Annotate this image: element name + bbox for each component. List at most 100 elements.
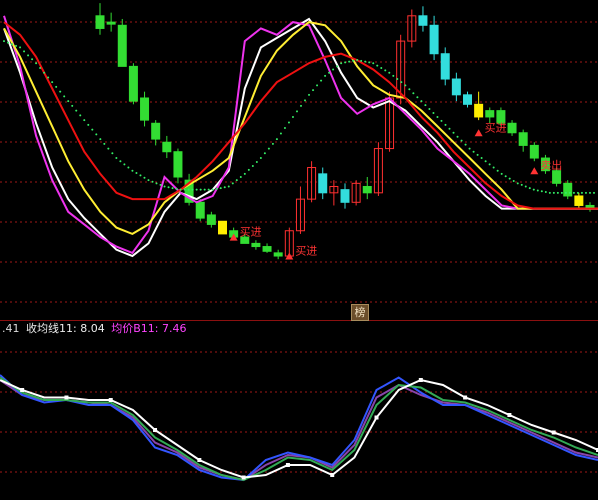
dotted-average-point: [320, 79, 323, 82]
dotted-average-point: [540, 190, 543, 193]
dotted-average-point: [79, 114, 82, 117]
dotted-average-point: [460, 139, 463, 142]
moving-average-line: [3, 21, 598, 210]
dotted-average-point: [480, 157, 483, 160]
dotted-average-point: [27, 54, 30, 57]
signal-arrow: [474, 129, 483, 137]
dotted-average-point: [135, 172, 138, 175]
dotted-average-point: [99, 138, 102, 141]
dotted-average-point: [91, 128, 94, 131]
candle-body: [117, 24, 127, 67]
dotted-average-point: [31, 58, 34, 61]
dotted-average-point: [520, 183, 523, 186]
dotted-average-point: [444, 123, 447, 126]
dotted-average-point: [332, 68, 335, 71]
indicator-marker: [507, 413, 512, 417]
dotted-average-point: [239, 176, 242, 179]
candle-body: [463, 94, 472, 105]
dotted-average-point: [336, 65, 339, 68]
candle-body: [140, 97, 150, 121]
dotted-average-point: [356, 59, 359, 62]
dotted-average-point: [195, 188, 198, 191]
candle-body: [106, 21, 116, 25]
dotted-average-point: [568, 191, 571, 194]
dotted-average-point: [372, 62, 375, 65]
candlesticks: [95, 3, 595, 260]
price-panel: 买进买进买进卖出: [3, 3, 598, 260]
dotted-average-point: [171, 187, 174, 190]
dotted-average-point: [223, 186, 226, 189]
indicator-marker: [551, 430, 556, 435]
candle-body: [162, 141, 172, 153]
dotted-average-point: [552, 191, 555, 194]
candle-body: [440, 53, 450, 80]
dotted-average-point: [155, 182, 158, 185]
dotted-average-point: [139, 174, 142, 177]
dotted-average-point: [500, 172, 503, 175]
dotted-average-point: [524, 185, 527, 188]
dotted-average-point: [300, 104, 302, 107]
dotted-average-point: [556, 191, 559, 194]
dotted-average-point: [308, 93, 311, 96]
dotted-average-point: [63, 95, 66, 98]
dotted-average-point: [103, 142, 106, 145]
chart-canvas: 买进买进买进卖出: [0, 3, 598, 482]
dotted-average-point: [111, 152, 114, 155]
dotted-average-point: [312, 89, 315, 92]
dotted-average-point: [263, 152, 266, 155]
signal-arrow: [530, 167, 539, 175]
panel-tag[interactable]: 榜: [351, 304, 369, 321]
dotted-average-point: [59, 90, 62, 93]
candle-body: [128, 65, 138, 102]
candle-body: [318, 173, 328, 194]
dotted-average-point: [51, 81, 54, 84]
dotted-average-point: [275, 138, 278, 141]
candle-body: [474, 103, 484, 118]
candle-body: [251, 242, 261, 248]
candle-body: [563, 182, 573, 197]
dotted-average-point: [484, 160, 487, 163]
dotted-average-point: [219, 187, 222, 190]
dotted-average-point: [440, 119, 443, 122]
dotted-average-point: [420, 100, 423, 103]
indicator-marker: [330, 473, 335, 477]
dotted-average-point: [251, 164, 254, 167]
dotted-average-point: [207, 188, 210, 191]
candle-body: [95, 15, 105, 29]
dotted-average-point: [167, 186, 170, 189]
signal-label: 买进: [485, 121, 507, 134]
dotted-average-point: [472, 150, 475, 153]
dotted-average-point: [344, 61, 347, 64]
dotted-average-point: [348, 60, 351, 63]
dotted-average-point: [19, 46, 22, 49]
dotted-average-point: [588, 191, 591, 194]
dotted-average-point: [131, 169, 134, 172]
dotted-average-point: [55, 85, 58, 88]
dotted-average-point: [368, 61, 371, 64]
dotted-average-point: [496, 169, 499, 172]
dotted-average-point: [23, 50, 26, 53]
dotted-average-point: [352, 59, 355, 62]
moving-average-lines: [3, 15, 598, 258]
legend-prefix: .41: [2, 322, 20, 335]
dotted-average-point: [328, 71, 331, 74]
dotted-average-point: [396, 78, 399, 81]
indicator-line: [0, 378, 598, 479]
candle-body: [218, 220, 227, 235]
candle-body: [451, 78, 461, 96]
dotted-average-point: [187, 188, 190, 191]
dotted-average-point: [71, 104, 74, 107]
indicator-lines: [0, 374, 598, 482]
dotted-average-point: [364, 60, 367, 63]
dotted-average-point: [428, 108, 431, 111]
dotted-average-point: [159, 183, 162, 186]
dotted-average-point: [295, 110, 298, 113]
dotted-average-point: [95, 133, 98, 136]
candle-body: [151, 122, 161, 140]
dotted-average-point: [39, 66, 42, 69]
candle-body: [529, 144, 539, 159]
dotted-average-point: [247, 168, 250, 171]
dotted-average-point: [199, 188, 202, 191]
dotted-average-point: [15, 44, 18, 47]
dotted-average-point: [215, 187, 218, 190]
